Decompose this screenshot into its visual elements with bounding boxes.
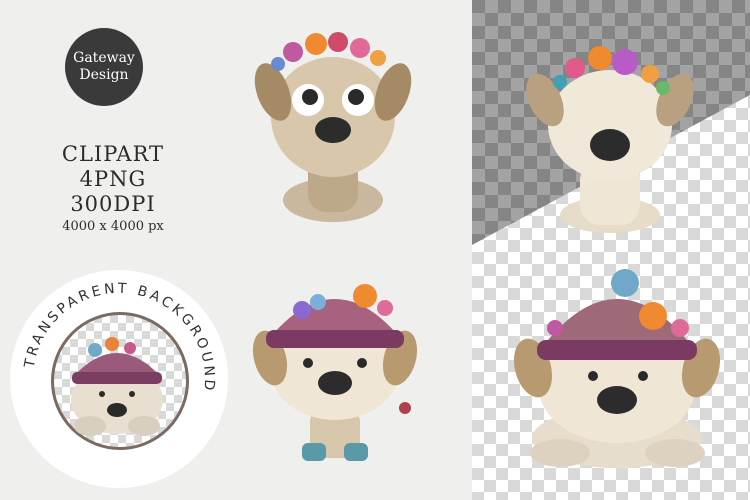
info-clipart: CLIPART bbox=[61, 142, 165, 166]
info-size: 4000 x 4000 px bbox=[62, 219, 164, 234]
product-preview: Gateway Design CLIPART 4PNG 300DPI 4000 … bbox=[0, 0, 750, 500]
dog-knit-hat-icon bbox=[71, 337, 163, 436]
dog-knit-hat-center-icon bbox=[252, 284, 418, 461]
brand-logo: Gateway Design bbox=[65, 28, 143, 106]
info-dpi: 300DPI bbox=[70, 192, 156, 216]
dog-flower-crown-icon bbox=[254, 32, 412, 222]
logo-line-1: Gateway bbox=[73, 50, 135, 66]
logo-line-2: Design bbox=[79, 67, 129, 83]
product-info: CLIPART 4PNG 300DPI 4000 x 4000 px bbox=[28, 142, 198, 234]
info-png-count: 4PNG bbox=[79, 167, 147, 191]
dog-knit-hat-transparent-icon bbox=[513, 269, 721, 468]
dog-flower-crown-transparent-icon bbox=[526, 46, 694, 233]
